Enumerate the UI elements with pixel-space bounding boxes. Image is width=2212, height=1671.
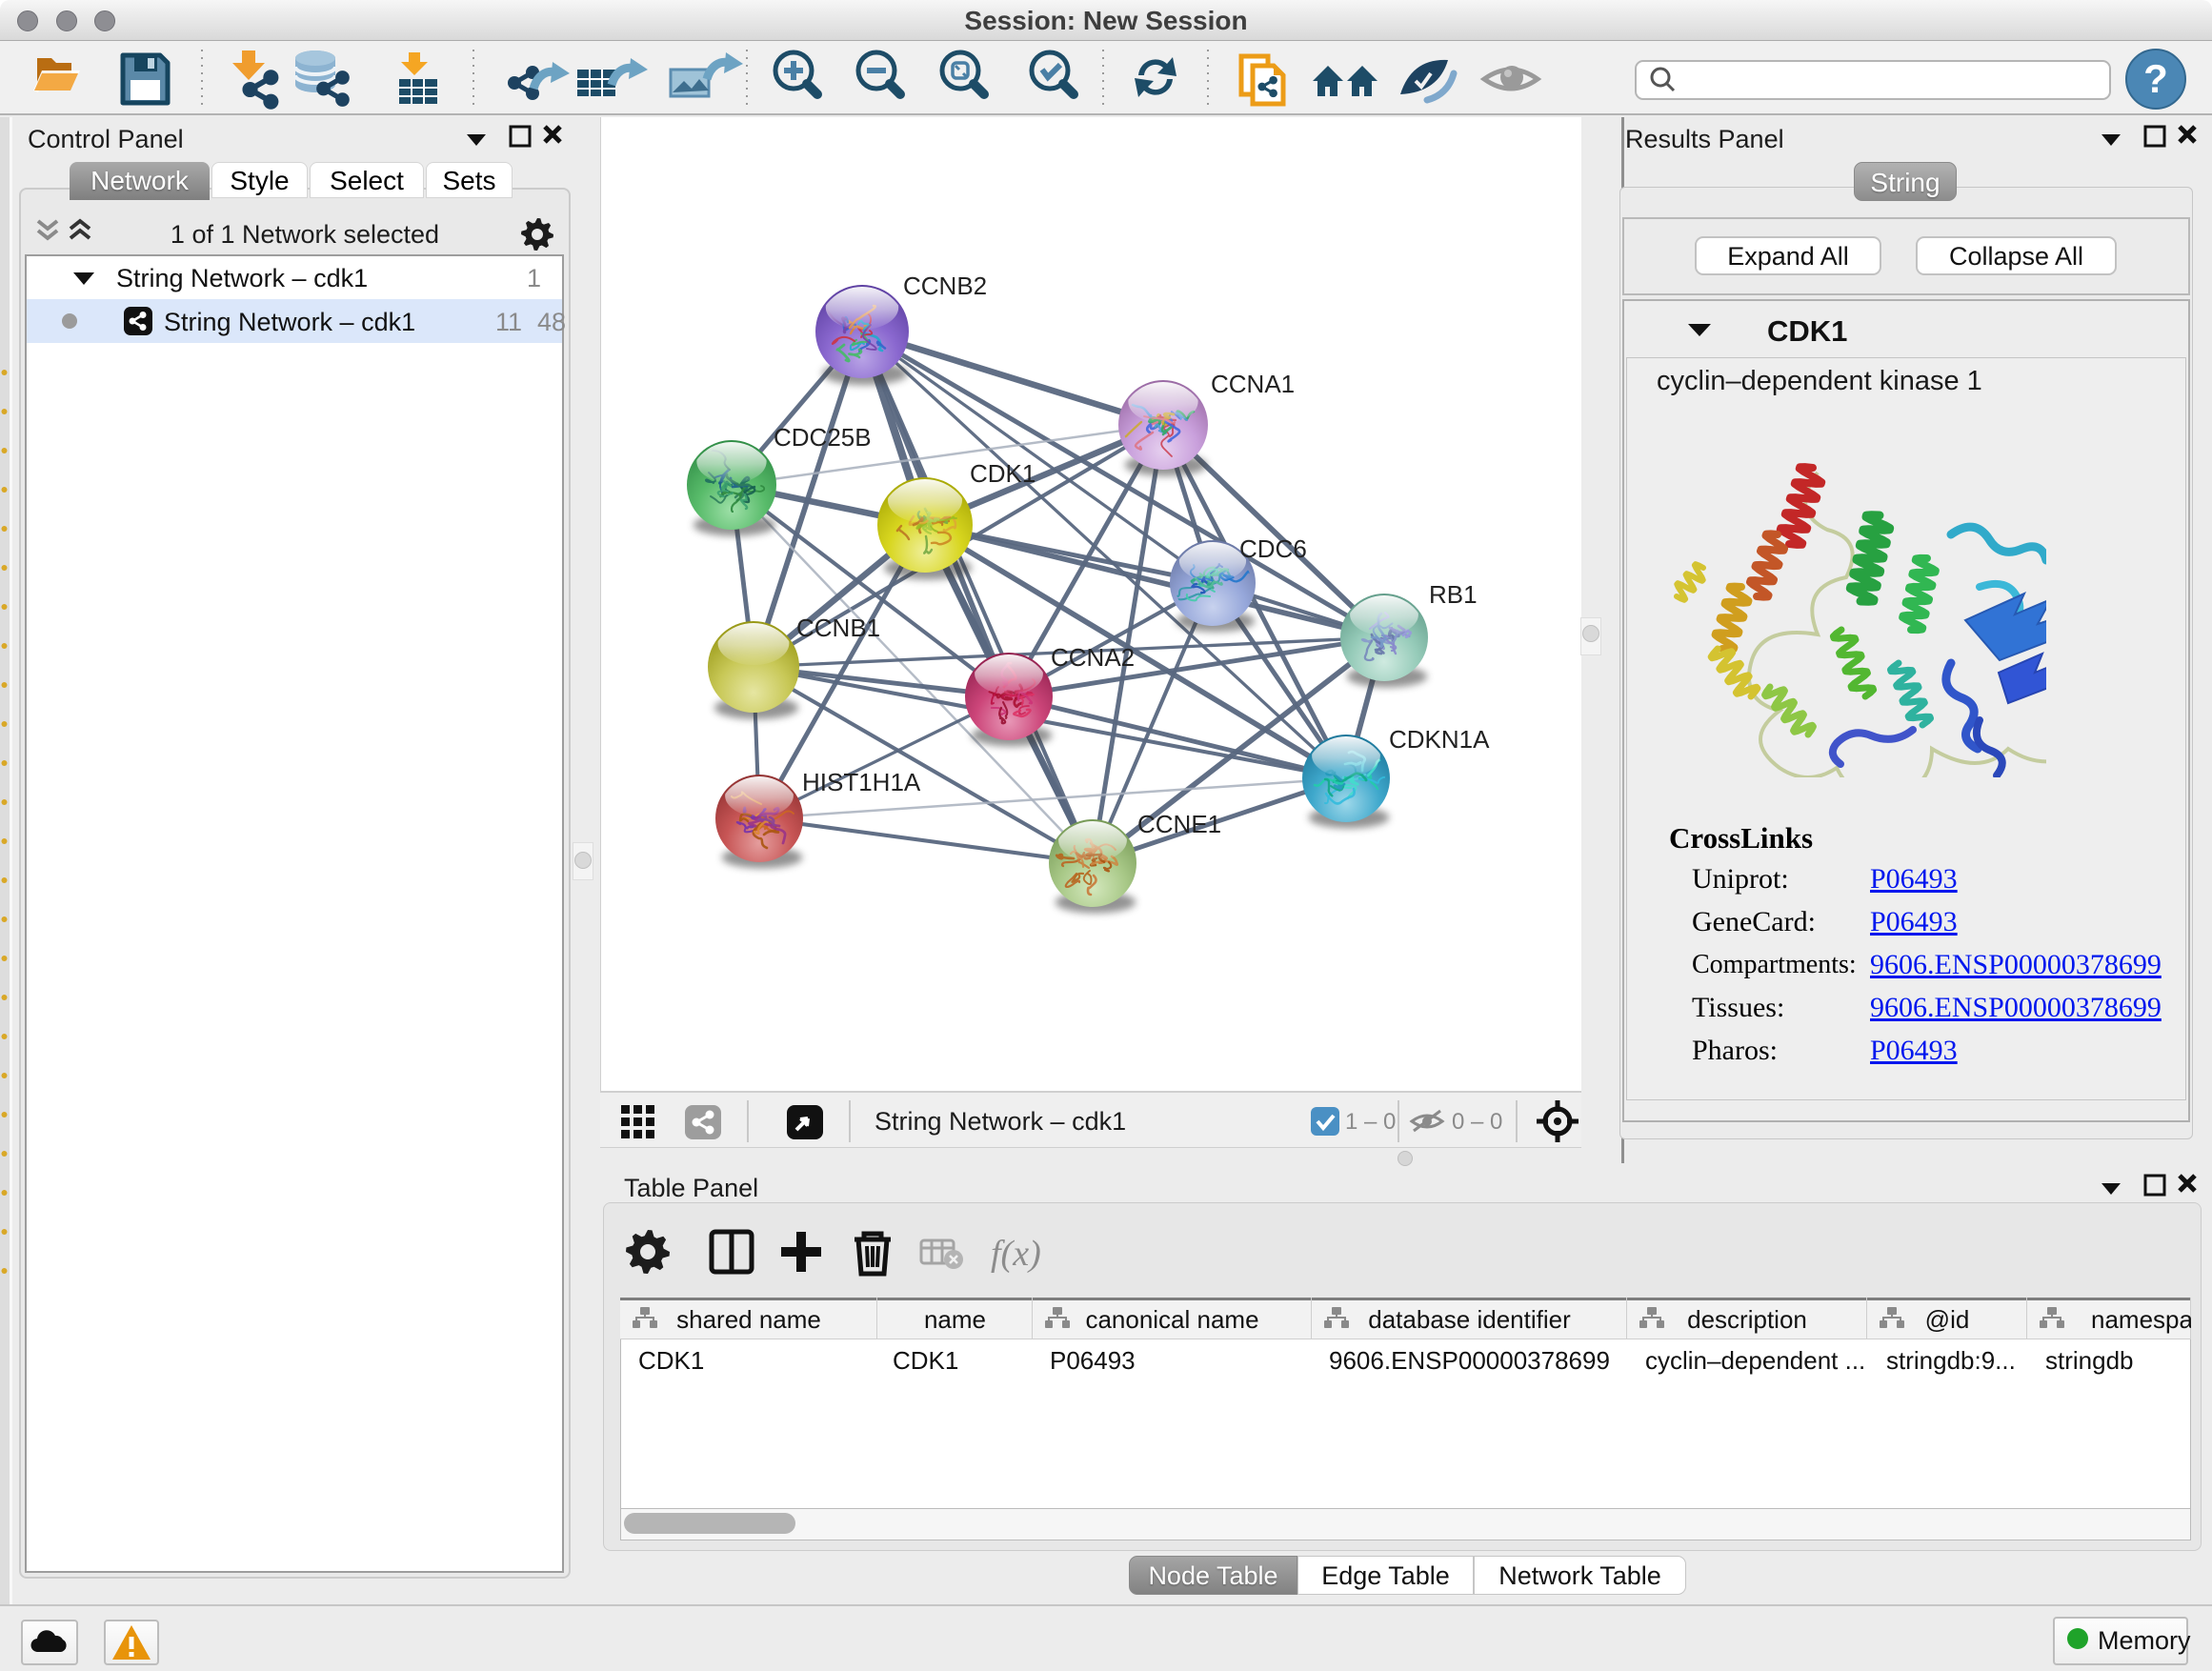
svg-text:CCNA1: CCNA1 (1211, 370, 1295, 398)
svg-text:CDK1: CDK1 (970, 459, 1036, 488)
svg-text:0 – 0: 0 – 0 (1452, 1109, 1502, 1135)
svg-text:1 – 0: 1 – 0 (1345, 1109, 1396, 1135)
svg-text:HIST1H1A: HIST1H1A (802, 768, 921, 796)
svg-text:CDC6: CDC6 (1239, 534, 1307, 563)
svg-text:String Network – cdk1: String Network – cdk1 (875, 1107, 1126, 1136)
svg-text:?: ? (2143, 56, 2168, 101)
svg-text:CDC25B: CDC25B (774, 423, 872, 452)
svg-text:RB1: RB1 (1429, 580, 1478, 609)
svg-text:f(x): f(x) (991, 1234, 1041, 1274)
svg-text:CDKN1A: CDKN1A (1389, 725, 1490, 754)
svg-text:CCNA2: CCNA2 (1051, 643, 1135, 672)
svg-text:CCNB1: CCNB1 (796, 614, 880, 642)
svg-text:CCNB2: CCNB2 (903, 272, 987, 300)
svg-text:CCNE1: CCNE1 (1137, 810, 1221, 838)
